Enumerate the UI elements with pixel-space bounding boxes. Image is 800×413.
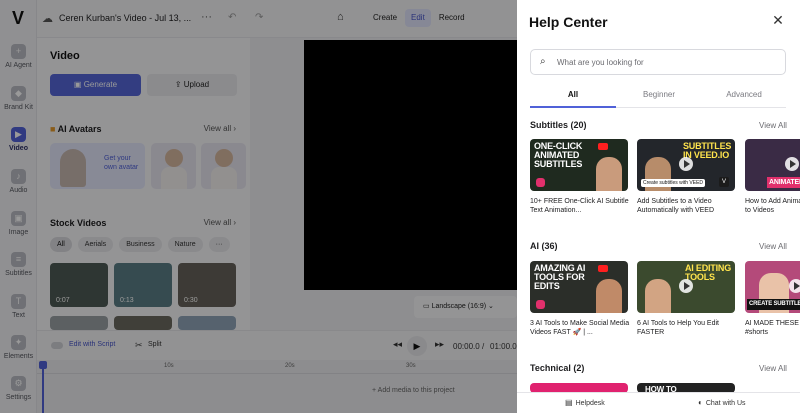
- thumbnail-text: AI EDITING TOOLS: [685, 263, 732, 282]
- search-icon: ⌕: [540, 56, 546, 67]
- section-view-all[interactable]: View All: [759, 364, 787, 373]
- helpdesk-label: Helpdesk: [575, 400, 605, 407]
- thumbnail-person: [645, 279, 671, 313]
- help-video-card[interactable]: AMAZING AI TOOLS FOR EDITS 3 AI Tools to…: [530, 261, 630, 337]
- play-icon: [679, 157, 693, 171]
- thumbnail-text: SUBTITLES IN VEED.IO: [683, 141, 732, 160]
- help-video-card[interactable]: SUBTITLES IN VEED.IO Create subtitles wi…: [637, 139, 737, 215]
- youtube-icon: [598, 143, 608, 150]
- help-video-card[interactable]: ONE-CLICK ANIMATED SUBTITLES 10+ FREE On…: [530, 139, 630, 215]
- instagram-icon: [536, 178, 545, 187]
- thumbnail-person: [596, 157, 622, 191]
- help-footer: ▤ Helpdesk ◐ Chat with Us: [517, 392, 800, 413]
- help-center-title: Help Center: [529, 14, 608, 30]
- close-icon[interactable]: ✕: [770, 12, 786, 28]
- tab-advanced[interactable]: Advanced: [701, 90, 787, 99]
- modal-overlay[interactable]: [0, 0, 517, 413]
- help-video-card[interactable]: AI EDITING TOOLS 6 AI Tools to Help You …: [637, 261, 737, 337]
- headset-icon: ◐: [698, 398, 703, 407]
- thumbnail-text: AMAZING AI TOOLS FOR EDITS: [534, 263, 586, 291]
- thumbnail-text: ANIMATED: [767, 177, 800, 188]
- thumbnail-text: ONE-CLICK ANIMATED SUBTITLES: [534, 141, 583, 169]
- help-tabs: All Beginner Advanced: [530, 88, 786, 108]
- video-title: 3 AI Tools to Make Social Media Videos F…: [530, 320, 630, 336]
- thumbnail-text: CREATE SUBTITLES: [747, 299, 800, 310]
- section-view-all[interactable]: View All: [759, 121, 787, 130]
- tab-all[interactable]: All: [530, 90, 616, 99]
- play-icon: [789, 279, 800, 293]
- section-title-technical: Technical (2): [530, 363, 585, 373]
- chat-with-us-link[interactable]: ◐ Chat with Us: [698, 398, 746, 407]
- video-title: 6 AI Tools to Help You Edit FASTER: [637, 320, 719, 336]
- video-thumbnail: ONE-CLICK ANIMATED SUBTITLES: [530, 139, 628, 191]
- search-input[interactable]: [557, 54, 777, 71]
- active-tab-indicator: [530, 106, 616, 108]
- thumbnail-badge: Create subtitles with VEED: [641, 179, 706, 187]
- instagram-icon: [536, 300, 545, 309]
- helpdesk-link[interactable]: ▤ Helpdesk: [565, 398, 605, 407]
- veed-logo-icon: V: [719, 177, 729, 187]
- help-video-card[interactable]: ANIMATED How to Add Animated Subtitles t…: [745, 139, 800, 215]
- video-thumbnail: SUBTITLES IN VEED.IO Create subtitles wi…: [637, 139, 735, 191]
- video-thumbnail: AI EDITING TOOLS: [637, 261, 735, 313]
- section-title-ai: AI (36): [530, 241, 558, 251]
- thumbnail-person: [596, 279, 622, 313]
- help-search: ⌕: [530, 49, 786, 75]
- help-video-card[interactable]: CREATE SUBTITLES AI MADE THESE SUBTITLES…: [745, 261, 800, 337]
- video-thumbnail: AMAZING AI TOOLS FOR EDITS: [530, 261, 628, 313]
- video-title: AI MADE THESE SUBTITLES! #shorts: [745, 320, 800, 336]
- youtube-icon: [598, 265, 608, 272]
- section-title-subtitles: Subtitles (20): [530, 120, 587, 130]
- video-title: 10+ FREE One-Click AI Subtitle Text Anim…: [530, 198, 629, 214]
- video-title: How to Add Animated Subtitles to Videos: [745, 198, 800, 214]
- play-icon: [785, 157, 799, 171]
- video-thumbnail: CREATE SUBTITLES: [745, 261, 800, 313]
- help-center-drawer: Help Center ✕ ⌕ All Beginner Advanced Su…: [517, 0, 800, 413]
- video-title: Add Subtitles to a Video Automatically w…: [637, 198, 715, 214]
- chat-label: Chat with Us: [705, 400, 746, 407]
- tab-beginner[interactable]: Beginner: [616, 90, 702, 99]
- play-icon: [679, 279, 693, 293]
- video-thumbnail: ANIMATED: [745, 139, 800, 191]
- section-view-all[interactable]: View All: [759, 242, 787, 251]
- book-icon: ▤: [565, 398, 573, 407]
